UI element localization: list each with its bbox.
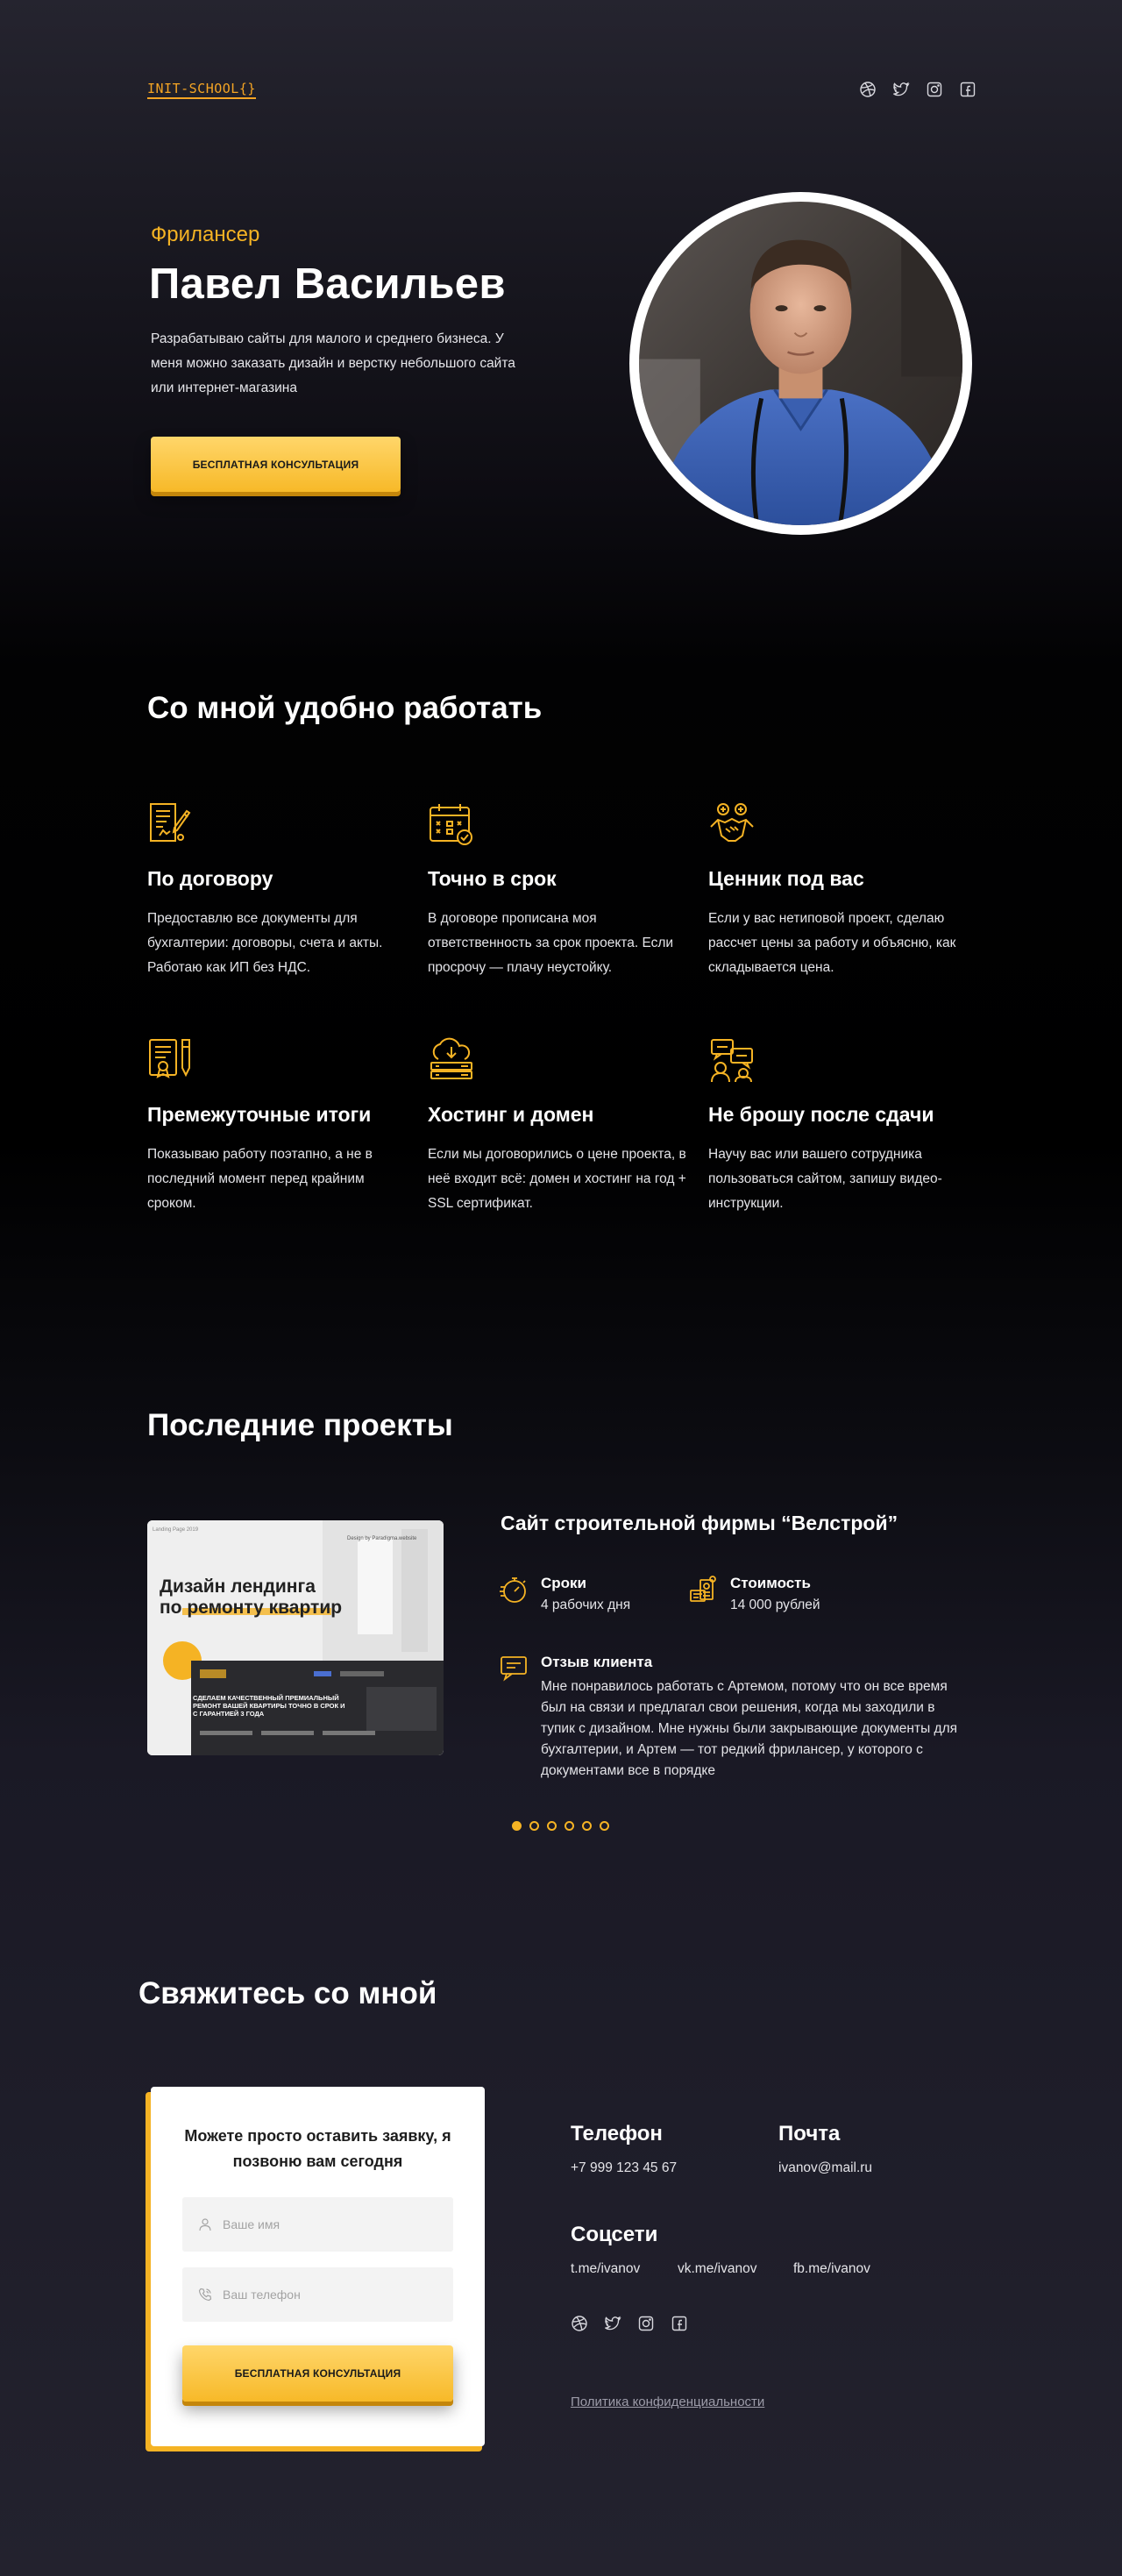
- benefit-title: Не брошу после сдачи: [708, 1103, 934, 1126]
- benefit-text: Предоставлю все документы для бухгалтери…: [147, 911, 383, 975]
- benefit-title: Хостинг и домен: [428, 1103, 594, 1126]
- review-text: Мне понравилось работать с Артемом, пото…: [541, 1679, 958, 1778]
- form-title: Можете просто оставить заявку, я позвоню…: [184, 2127, 451, 2170]
- request-form: Можете просто оставить заявку, я позвоню…: [151, 2087, 485, 2446]
- benefit-card: По договору Предоставлю все документы дл…: [147, 801, 410, 980]
- calendar-icon: [428, 801, 475, 848]
- dribbble-icon[interactable]: [859, 81, 877, 98]
- email-link[interactable]: ivanov@mail.ru: [778, 2160, 872, 2176]
- review-label: Отзыв клиента: [541, 1654, 653, 1670]
- hero-title: Павел Васильев: [149, 260, 506, 308]
- project-title: Сайт строительной фирмы “Велстрой”: [501, 1512, 898, 1534]
- social-label: Соцсети: [571, 2223, 658, 2246]
- slider-dot[interactable]: [512, 1821, 522, 1831]
- header-social-links: [859, 81, 976, 98]
- phone-link[interactable]: +7 999 123 45 67: [571, 2160, 677, 2176]
- form-submit-button[interactable]: БЕСПЛАТНАЯ КОНСУЛЬТАЦИЯ: [182, 2345, 453, 2402]
- slider-dot[interactable]: [547, 1821, 557, 1831]
- cloud-server-icon: [428, 1036, 475, 1084]
- slider-dot[interactable]: [600, 1821, 609, 1831]
- dribbble-icon[interactable]: [571, 2315, 588, 2332]
- slider-dot[interactable]: [565, 1821, 574, 1831]
- certificate-icon: [147, 1036, 195, 1084]
- benefit-title: По договору: [147, 867, 273, 890]
- facebook-icon[interactable]: [671, 2315, 688, 2332]
- telegram-link[interactable]: t.me/ivanov: [571, 2261, 640, 2277]
- benefit-card: Хостинг и домен Если мы договорились о ц…: [428, 1036, 691, 1216]
- support-chat-icon: [708, 1036, 756, 1084]
- handshake-icon: [708, 801, 756, 848]
- review-chat-icon: [499, 1654, 529, 1683]
- privacy-policy-link[interactable]: Политика конфиденциальности: [571, 2395, 764, 2409]
- name-field: [182, 2197, 453, 2252]
- project-preview-image[interactable]: Landing Page 2019 Design by Paradigma.we…: [147, 1520, 444, 1755]
- benefit-title: Точно в срок: [428, 867, 557, 890]
- benefit-card: Ценник под вас Если у вас нетиповой прое…: [708, 801, 971, 980]
- project-cost: Стоимость 14 000 рублей: [688, 1575, 820, 1613]
- slider-pagination: [512, 1821, 609, 1831]
- benefit-text: Если мы договорились о цене проекта, в н…: [428, 1147, 686, 1211]
- landing-page: INIT-SCHOOL{} Фрилансер Павел Васильев Р…: [0, 0, 1122, 2576]
- preview-headline-1: Дизайн лендинга: [160, 1576, 316, 1597]
- cost-value: 14 000 рублей: [730, 1598, 820, 1612]
- footer-social-links: [571, 2315, 688, 2332]
- avatar-photo: [639, 202, 962, 525]
- user-icon: [199, 2218, 211, 2231]
- benefit-text: Научу вас или вашего сотрудника пользова…: [708, 1147, 942, 1211]
- benefit-text: Показываю работу поэтапно, а не в послед…: [147, 1147, 373, 1211]
- facebook-icon[interactable]: [959, 81, 976, 98]
- cost-label: Стоимость: [730, 1575, 811, 1591]
- project-deadline: Сроки 4 рабочих дня: [499, 1575, 630, 1613]
- phone-icon: [198, 2288, 212, 2302]
- benefits-heading: Со мной удобно работать: [147, 691, 543, 725]
- instagram-icon[interactable]: [637, 2315, 655, 2332]
- vk-link[interactable]: vk.me/ivanov: [678, 2261, 756, 2277]
- benefit-card: Не брошу после сдачи Научу вас или вашег…: [708, 1036, 971, 1216]
- phone-label: Телефон: [571, 2122, 663, 2145]
- deadline-label: Сроки: [541, 1575, 587, 1591]
- avatar: [629, 192, 972, 535]
- hero-description: Разрабатываю сайты для малого и среднего…: [151, 331, 515, 395]
- preview-headline-2: по ремонту квартир: [160, 1598, 342, 1618]
- twitter-icon[interactable]: [604, 2315, 621, 2332]
- contract-icon: [147, 801, 195, 848]
- stopwatch-icon: [499, 1575, 529, 1605]
- preview-tag: Landing Page 2019: [153, 1527, 199, 1533]
- consultation-button[interactable]: БЕСПЛАТНАЯ КОНСУЛЬТАЦИЯ: [151, 437, 401, 492]
- contact-heading: Свяжитесь со мной: [138, 1976, 437, 2010]
- benefit-card: Точно в срок В договоре прописана моя от…: [428, 801, 691, 980]
- preview-credit: Design by Paradigma.website: [347, 1536, 417, 1541]
- twitter-icon[interactable]: [892, 81, 910, 98]
- benefit-title: Ценник под вас: [708, 867, 864, 890]
- slider-dot[interactable]: [582, 1821, 592, 1831]
- deadline-value: 4 рабочих дня: [541, 1598, 631, 1612]
- hero-subtitle: Фрилансер: [151, 223, 260, 246]
- instagram-icon[interactable]: [926, 81, 943, 98]
- project-review: Отзыв клиента Мне понравилось работать с…: [499, 1654, 962, 1782]
- phone-field: [182, 2267, 453, 2322]
- money-icon: [688, 1575, 718, 1605]
- preview-screen-text: СДЕЛАЕМ КАЧЕСТВЕННЫЙ ПРЕМИАЛЬНЫЙ РЕМОНТ …: [193, 1694, 345, 1718]
- phone-input[interactable]: [223, 2277, 433, 2312]
- projects-heading: Последние проекты: [147, 1408, 453, 1442]
- benefit-title: Премежуточные итоги: [147, 1103, 372, 1126]
- benefit-text: Если у вас нетиповой проект, сделаю расс…: [708, 911, 956, 975]
- logo[interactable]: INIT-SCHOOL{}: [147, 81, 256, 99]
- facebook-link[interactable]: fb.me/ivanov: [793, 2261, 870, 2277]
- benefit-card: Премежуточные итоги Показываю работу поэ…: [147, 1036, 410, 1216]
- email-label: Почта: [778, 2122, 841, 2145]
- name-input[interactable]: [223, 2207, 433, 2242]
- slider-dot[interactable]: [529, 1821, 539, 1831]
- benefit-text: В договоре прописана моя ответственность…: [428, 911, 674, 975]
